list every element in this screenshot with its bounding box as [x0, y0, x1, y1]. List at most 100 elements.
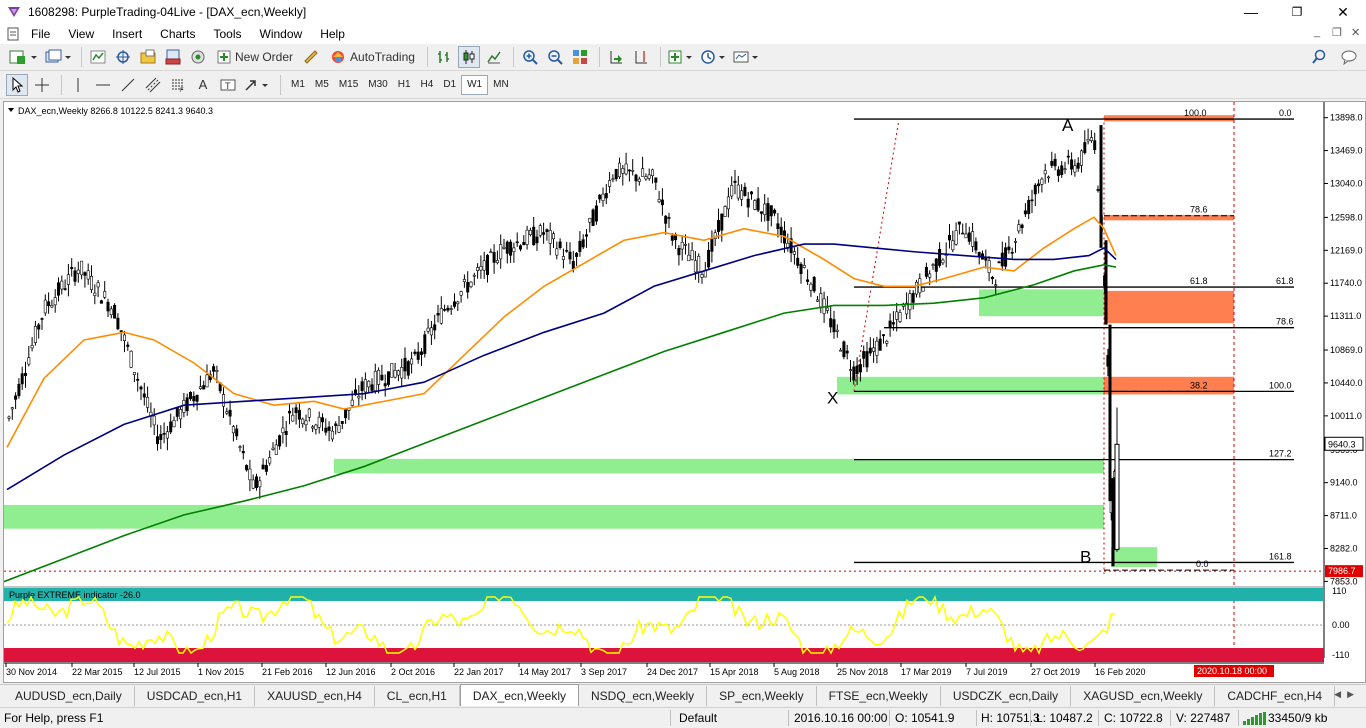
text-tool-icon[interactable]: A [192, 74, 214, 96]
candle-body [37, 324, 41, 330]
timeframe-m5[interactable]: M5 [310, 75, 334, 95]
metaeditor-icon[interactable] [300, 46, 322, 68]
bar-chart-icon[interactable] [433, 46, 455, 68]
auto-scroll-icon[interactable] [605, 46, 627, 68]
menu-file[interactable]: File [22, 27, 59, 41]
candle-body [634, 174, 638, 182]
candle-body [489, 251, 493, 254]
candle-body [60, 280, 64, 290]
candle-body [779, 226, 783, 236]
timeframe-w1[interactable]: W1 [461, 74, 489, 95]
new-order-button[interactable]: New Order [212, 46, 297, 68]
horizontal-line-icon[interactable] [92, 74, 114, 96]
search-icon[interactable] [1308, 46, 1330, 68]
minimize-button[interactable]: — [1228, 0, 1274, 24]
crosshair-icon[interactable] [31, 74, 53, 96]
strategy-tester-icon[interactable] [187, 46, 209, 68]
tab-xauusd-h4[interactable]: XAUUSD_ecn,H4 [255, 686, 375, 706]
child-minimize-icon[interactable]: _ [1314, 26, 1320, 38]
price-chart[interactable]: 100.0 0.0 78.6 61.8 78.6 100.0 38.2 127.2 161.8 0… [3, 102, 1365, 682]
candle-body [231, 426, 235, 434]
child-close-icon[interactable]: ✕ [1351, 26, 1360, 39]
price-tick-label: 13469.0 [1330, 146, 1363, 156]
new-chart-icon[interactable] [6, 46, 40, 68]
timeframe-h1[interactable]: H1 [393, 75, 416, 95]
tab-usdcad-h1[interactable]: USDCAD_ecn,H1 [135, 686, 256, 706]
text-label-icon[interactable]: T [217, 74, 239, 96]
timeframe-m1[interactable]: M1 [286, 75, 310, 95]
zoom-out-icon[interactable] [544, 46, 566, 68]
timeframe-m30[interactable]: M30 [363, 75, 392, 95]
date-tick-label: 30 Nov 2014 [6, 667, 57, 677]
candle-body [70, 267, 74, 270]
indicators-list-icon[interactable] [666, 46, 696, 68]
menu-charts[interactable]: Charts [151, 27, 204, 41]
tab-ftse-weekly[interactable]: FTSE_ecn,Weekly [817, 686, 941, 706]
timeframe-mn[interactable]: MN [488, 75, 514, 95]
tab-sp-weekly[interactable]: SP_ecn,Weekly [707, 686, 817, 706]
menu-help[interactable]: Help [311, 27, 354, 41]
fib-label-618: 61.8 [1276, 276, 1294, 286]
market-watch-icon[interactable] [87, 46, 109, 68]
autotrading-button[interactable]: AutoTrading [325, 46, 419, 68]
menu-tools[interactable]: Tools [205, 27, 251, 41]
date-tick-label: 22 Jan 2017 [454, 667, 504, 677]
tab-xagusd-weekly[interactable]: XAGUSD_ecn,Weekly [1071, 686, 1216, 706]
candle-body [301, 418, 305, 425]
child-restore-icon[interactable]: ❐ [1332, 26, 1342, 39]
candle-body [974, 241, 978, 251]
zoom-in-icon[interactable] [519, 46, 541, 68]
candle-body [139, 386, 143, 390]
terminal-icon[interactable] [162, 46, 184, 68]
navigator-icon[interactable] [137, 46, 159, 68]
line-price-label: 7986.7 [1328, 566, 1356, 576]
candle-body [700, 274, 704, 278]
fib-label-top-0: 0.0 [1279, 108, 1292, 118]
chart-shift-icon[interactable] [630, 46, 652, 68]
candle-body [136, 378, 140, 381]
trendline-icon[interactable] [117, 74, 139, 96]
timeframe-m15[interactable]: M15 [334, 75, 363, 95]
timeframe-d1[interactable]: D1 [438, 75, 461, 95]
tab-audusd-daily[interactable]: AUDUSD_ecn,Daily [3, 686, 135, 706]
candle-body [624, 163, 628, 175]
chart-window[interactable]: 100.0 0.0 78.6 61.8 78.6 100.0 38.2 127.2 161.8 0… [3, 101, 1366, 683]
data-window-icon[interactable] [112, 46, 134, 68]
candle-body [433, 324, 437, 331]
tile-windows-icon[interactable] [569, 46, 591, 68]
restore-button[interactable]: ❐ [1274, 0, 1320, 24]
templates-icon[interactable] [732, 46, 762, 68]
tab-cl-h1[interactable]: CL_ecn,H1 [375, 686, 460, 706]
candle-body [545, 229, 549, 233]
candle-body [93, 292, 97, 296]
candle-body [591, 209, 595, 227]
candle-body [875, 340, 879, 356]
menu-insert[interactable]: Insert [103, 27, 151, 41]
cursor-icon[interactable] [6, 73, 28, 96]
candle-body [773, 209, 777, 214]
equidistant-channel-icon[interactable] [142, 74, 164, 96]
vertical-line-icon[interactable] [67, 74, 89, 96]
candle-body [423, 334, 427, 354]
candle-body [538, 225, 542, 236]
tab-scroll-arrows-icon[interactable]: ◀▶ [1334, 689, 1360, 700]
menu-view[interactable]: View [59, 27, 103, 41]
date-tick-label: 27 Oct 2019 [1031, 667, 1080, 677]
candle-body [393, 370, 397, 378]
arrows-icon[interactable] [242, 74, 272, 96]
tab-nsdq-weekly[interactable]: NSDQ_ecn,Weekly [579, 686, 708, 706]
menu-window[interactable]: Window [251, 27, 312, 41]
chat-icon[interactable] [1338, 46, 1360, 68]
tab-cadchf-h4[interactable]: CADCHF_ecn,H4 [1215, 686, 1336, 706]
candle-body [403, 357, 407, 372]
fibonacci-icon[interactable]: F [167, 74, 189, 96]
profiles-icon[interactable] [43, 46, 73, 68]
timeframe-h4[interactable]: H4 [416, 75, 439, 95]
line-chart-icon[interactable] [483, 46, 505, 68]
candle-body [938, 248, 942, 266]
tab-dax-weekly[interactable]: DAX_ecn,Weekly [459, 684, 579, 706]
candlestick-chart-icon[interactable] [457, 46, 480, 68]
periods-icon[interactable] [699, 46, 729, 68]
close-button[interactable]: ✕ [1320, 0, 1366, 24]
tab-usdczk-daily[interactable]: USDCZK_ecn,Daily [941, 686, 1072, 706]
